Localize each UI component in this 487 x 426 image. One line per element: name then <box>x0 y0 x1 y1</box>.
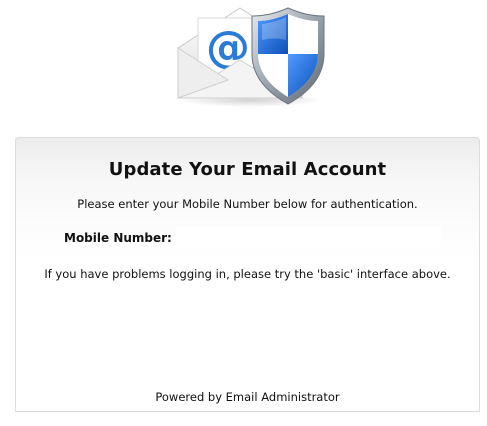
instruction-text: Please enter your Mobile Number below fo… <box>77 197 418 211</box>
page-title: Update Your Email Account <box>108 159 387 180</box>
update-account-panel: Update Your Email Account Please enter y… <box>15 137 480 412</box>
mobile-number-row: Mobile Number: <box>64 226 444 252</box>
mobile-number-input[interactable] <box>176 226 441 248</box>
page: @ Update Your Email Account Please enter… <box>0 0 487 426</box>
powered-by-footer: Powered by Email Administrator <box>155 390 340 404</box>
mobile-number-label: Mobile Number: <box>64 231 172 245</box>
help-text: If you have problems logging in, please … <box>44 267 451 281</box>
email-security-shield-icon: @ <box>176 7 325 107</box>
